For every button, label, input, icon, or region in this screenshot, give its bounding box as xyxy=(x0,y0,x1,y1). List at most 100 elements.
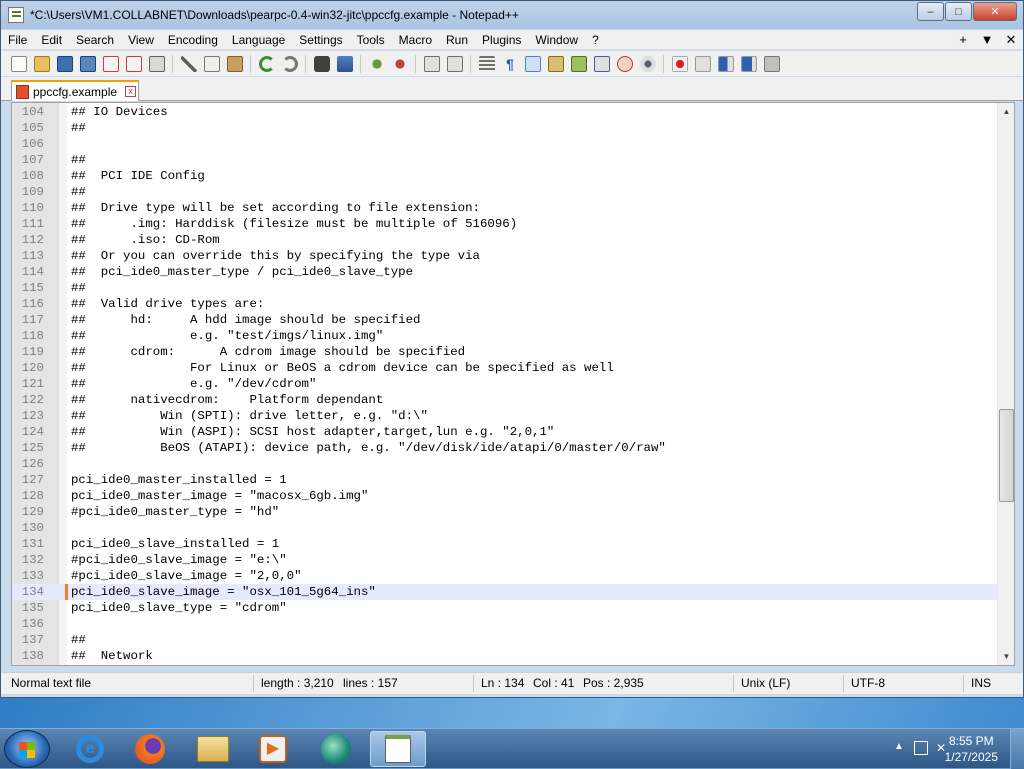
paste-icon[interactable] xyxy=(227,55,243,72)
code-line[interactable]: 109 ## xyxy=(12,184,998,200)
line-text[interactable]: ## IO Devices xyxy=(71,105,168,119)
record-macro-icon[interactable] xyxy=(672,55,688,72)
taskbar-media-player[interactable]: ▶ xyxy=(245,731,301,767)
network-icon[interactable] xyxy=(914,741,928,755)
line-text[interactable]: ## xyxy=(71,633,86,647)
new-tab-button[interactable]: + xyxy=(951,30,975,50)
line-text[interactable]: pci_ide0_slave_type = "cdrom" xyxy=(71,601,287,615)
replace-icon[interactable] xyxy=(337,55,353,72)
code-line[interactable]: 136 xyxy=(12,616,998,632)
code-line[interactable]: 116 ## Valid drive types are: xyxy=(12,296,998,312)
line-text[interactable]: ## Drive type will be set according to f… xyxy=(71,201,480,215)
function-list-icon[interactable] xyxy=(571,55,587,72)
code-line[interactable]: 106 xyxy=(12,136,998,152)
code-line[interactable]: 107 ## xyxy=(12,152,998,168)
zoom-out-icon[interactable] xyxy=(392,55,408,72)
line-text[interactable]: ## xyxy=(71,185,86,199)
code-line[interactable]: 112 ## .iso: CD-Rom xyxy=(12,232,998,248)
close-tab-button[interactable]: ✕ xyxy=(999,30,1023,50)
line-text[interactable]: ## Valid drive types are: xyxy=(71,297,264,311)
word-wrap-icon[interactable] xyxy=(479,55,495,72)
doc-map-icon[interactable] xyxy=(548,55,564,72)
menu-settings[interactable]: Settings xyxy=(292,30,349,50)
close-icon[interactable] xyxy=(103,55,119,72)
close-window-button[interactable]: ✕ xyxy=(973,2,1017,21)
code-line[interactable]: 110 ## Drive type will be set according t… xyxy=(12,200,998,216)
menu-view[interactable]: View xyxy=(121,30,161,50)
tab-close-icon[interactable]: x xyxy=(125,86,137,97)
indent-guide-icon[interactable] xyxy=(525,55,541,72)
code-line[interactable]: 111 ## .img: Harddisk (filesize must be m… xyxy=(12,216,998,232)
taskbar-notepad-plus-plus[interactable] xyxy=(370,731,426,767)
open-file-icon[interactable] xyxy=(34,55,50,72)
taskbar-file-explorer[interactable] xyxy=(185,731,241,767)
code-line[interactable]: 134 pci_ide0_slave_image = "osx_101_5g64_… xyxy=(12,584,998,600)
redo-icon[interactable] xyxy=(282,55,298,72)
sync-vertical-icon[interactable] xyxy=(424,55,440,72)
line-text[interactable]: ## Or you can override this by specifyin… xyxy=(71,249,480,263)
start-button[interactable] xyxy=(4,730,50,768)
menu-run[interactable]: Run xyxy=(439,30,475,50)
line-text[interactable]: pci_ide0_master_installed = 1 xyxy=(71,473,287,487)
scrollbar-thumb[interactable] xyxy=(999,409,1014,502)
save-icon[interactable] xyxy=(57,55,73,72)
copy-icon[interactable] xyxy=(204,55,220,72)
line-text[interactable]: ## .img: Harddisk (filesize must be mult… xyxy=(71,217,517,231)
monitoring-icon[interactable] xyxy=(617,55,633,72)
close-all-icon[interactable] xyxy=(126,55,142,72)
line-text[interactable]: ## .iso: CD-Rom xyxy=(71,233,220,247)
undo-icon[interactable] xyxy=(259,55,275,72)
code-line[interactable]: 121 ## e.g. "/dev/cdrom" xyxy=(12,376,998,392)
menu-tools[interactable]: Tools xyxy=(350,30,392,50)
line-text[interactable]: ## nativecdrom: Platform dependant xyxy=(71,393,383,407)
taskbar-clock[interactable]: 8:55 PM 1/27/2025 xyxy=(945,733,998,765)
menu-search[interactable]: Search xyxy=(69,30,121,50)
play-macro-icon[interactable] xyxy=(718,55,734,72)
code-line[interactable]: 105 ## xyxy=(12,120,998,136)
code-line[interactable]: 126 xyxy=(12,456,998,472)
maximize-button[interactable]: □ xyxy=(945,2,972,21)
eye-icon[interactable] xyxy=(640,55,656,72)
line-text[interactable]: ## Win (SPTI): drive letter, e.g. "d:\" xyxy=(71,409,428,423)
line-text[interactable]: ## xyxy=(71,153,86,167)
code-line[interactable]: 125 ## BeOS (ATAPI): device path, e.g. "/… xyxy=(12,440,998,456)
new-file-icon[interactable] xyxy=(11,55,27,72)
code-line[interactable]: 124 ## Win (ASPI): SCSI host adapter,targ… xyxy=(12,424,998,440)
vertical-scrollbar[interactable]: ▲ ▼ xyxy=(997,103,1014,665)
code-line[interactable]: 123 ## Win (SPTI): drive letter, e.g. "d:… xyxy=(12,408,998,424)
code-line[interactable]: 133 #pci_ide0_slave_image = "2,0,0" xyxy=(12,568,998,584)
code-line[interactable]: 115 ## xyxy=(12,280,998,296)
code-line[interactable]: 130 xyxy=(12,520,998,536)
line-text[interactable]: ## hd: A hdd image should be specified xyxy=(71,313,420,327)
taskbar-remote-app[interactable] xyxy=(308,731,364,767)
menu-plugins[interactable]: Plugins xyxy=(475,30,528,50)
stop-record-icon[interactable] xyxy=(695,55,711,72)
code-line[interactable]: 104 ## IO Devices xyxy=(12,104,998,120)
line-text[interactable]: pci_ide0_master_image = "macosx_6gb.img" xyxy=(71,489,368,503)
code-line[interactable]: 118 ## e.g. "test/imgs/linux.img" xyxy=(12,328,998,344)
code-line[interactable]: 129 #pci_ide0_master_type = "hd" xyxy=(12,504,998,520)
save-all-icon[interactable] xyxy=(80,55,96,72)
line-text[interactable]: ## cdrom: A cdrom image should be specif… xyxy=(71,345,465,359)
show-desktop-button[interactable] xyxy=(1010,729,1024,769)
code-line[interactable]: 122 ## nativecdrom: Platform dependant xyxy=(12,392,998,408)
find-icon[interactable] xyxy=(314,55,330,72)
line-text[interactable]: ## For Linux or BeOS a cdrom device can … xyxy=(71,361,614,375)
line-text[interactable]: ## e.g. "test/imgs/linux.img" xyxy=(71,329,383,343)
line-text[interactable]: #pci_ide0_slave_image = "e:\" xyxy=(71,553,287,567)
print-icon[interactable] xyxy=(149,55,165,72)
taskbar-firefox[interactable] xyxy=(122,731,178,767)
menu-macro[interactable]: Macro xyxy=(392,30,439,50)
code-line[interactable]: 108 ## PCI IDE Config xyxy=(12,168,998,184)
code-line[interactable]: 113 ## Or you can override this by specif… xyxy=(12,248,998,264)
code-line[interactable]: 128 pci_ide0_master_image = "macosx_6gb.i… xyxy=(12,488,998,504)
code-line[interactable]: 127 pci_ide0_master_installed = 1 xyxy=(12,472,998,488)
menu-help[interactable]: ? xyxy=(585,30,606,50)
scroll-down-icon[interactable]: ▼ xyxy=(998,648,1014,665)
folder-workspace-icon[interactable] xyxy=(594,55,610,72)
taskbar-internet-explorer[interactable]: e xyxy=(62,731,118,767)
save-macro-icon[interactable] xyxy=(764,55,780,72)
tab-ppccfg[interactable]: ppccfg.example x xyxy=(11,80,139,101)
code-line[interactable]: 138 ## Network xyxy=(12,648,998,664)
line-text[interactable]: ## PCI IDE Config xyxy=(71,169,205,183)
